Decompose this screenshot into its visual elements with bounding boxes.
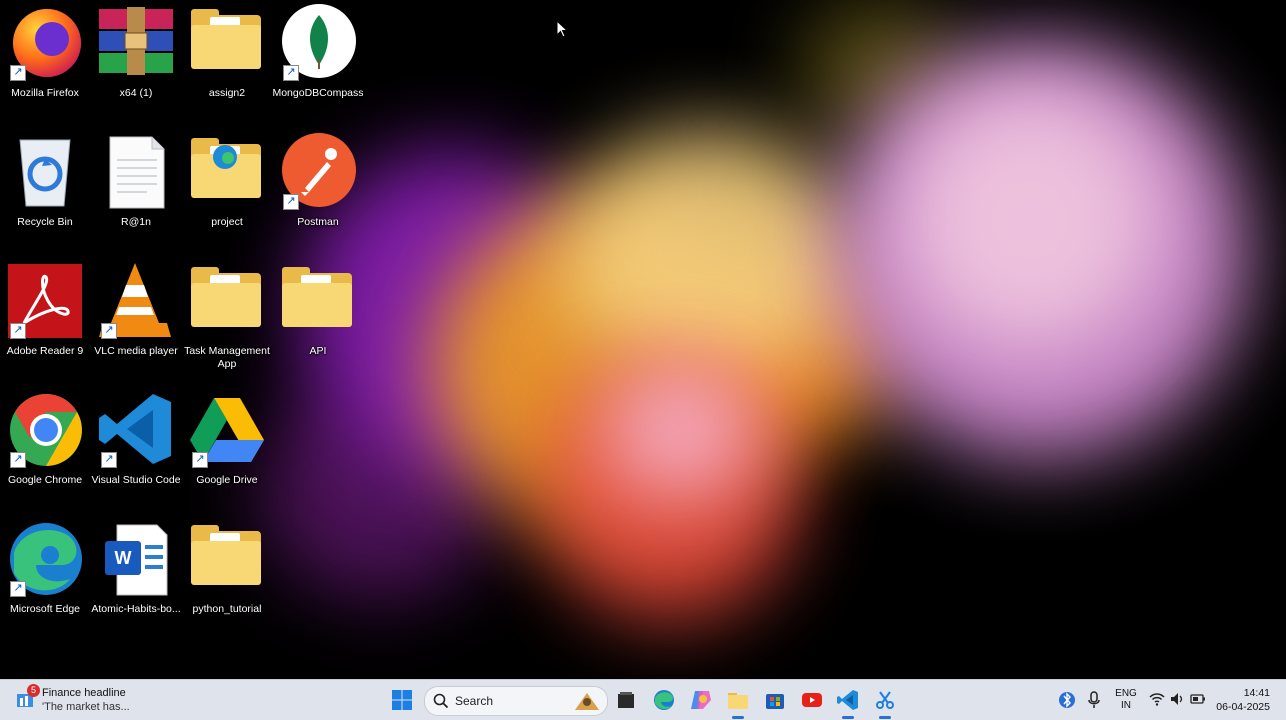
- desktop-icon-atomic-habits-doc[interactable]: W Atomic-Habits-bo...: [91, 516, 181, 641]
- firefox-icon: ↗: [6, 3, 84, 81]
- desktop-icon-google-drive[interactable]: ↗ Google Drive: [182, 387, 272, 512]
- desktop-icon-vscode[interactable]: ↗ Visual Studio Code: [91, 387, 181, 512]
- folder-icon: [188, 261, 266, 339]
- battery-icon[interactable]: [1190, 692, 1206, 706]
- desktop-icon-label: Mozilla Firefox: [11, 87, 79, 99]
- desktop-icon-postman[interactable]: ↗ Postman: [273, 129, 363, 254]
- desktop-icon-label: assign2: [208, 87, 246, 99]
- svg-text:W: W: [115, 548, 132, 568]
- wifi-icon[interactable]: [1149, 691, 1165, 707]
- widget-subtext: 'The market has...: [42, 701, 130, 713]
- folder-icon: [279, 261, 357, 339]
- desktop-icon-label: Atomic-Habits-bo...: [91, 603, 181, 615]
- adobe-reader-icon: ↗: [6, 261, 84, 339]
- desktop-icon-label: Google Chrome: [7, 474, 83, 486]
- vscode-icon: ↗: [97, 390, 175, 468]
- running-indicator: [732, 716, 744, 719]
- desktop-icon-assign2[interactable]: assign2: [182, 0, 272, 125]
- shortcut-arrow-icon: ↗: [10, 65, 26, 81]
- desktop-icon-microsoft-edge[interactable]: ↗ Microsoft Edge: [0, 516, 90, 641]
- region-code: IN: [1121, 700, 1131, 711]
- running-indicator: [842, 716, 854, 719]
- news-widget[interactable]: 5 Finance headline 'The market has...: [16, 684, 156, 716]
- desktop-icon-adobe-reader[interactable]: ↗ Adobe Reader 9: [0, 258, 90, 383]
- bluetooth-icon[interactable]: [1058, 690, 1076, 710]
- search-icon: [433, 693, 449, 709]
- shortcut-arrow-icon: ↗: [101, 323, 117, 339]
- shortcut-arrow-icon: ↗: [10, 581, 26, 597]
- running-indicator: [879, 716, 891, 719]
- chrome-icon: ↗: [6, 390, 84, 468]
- desktop-icon-r1n[interactable]: R@1n: [91, 129, 181, 254]
- youtube-icon[interactable]: [800, 688, 824, 712]
- snipping-tool-icon[interactable]: [873, 688, 897, 712]
- postman-icon: ↗: [279, 132, 357, 210]
- desktop-icon-mongodb-compass[interactable]: ↗ MongoDBCompass: [272, 0, 364, 125]
- shortcut-arrow-icon: ↗: [10, 452, 26, 468]
- vscode-icon[interactable]: [836, 688, 860, 712]
- copilot-icon[interactable]: [689, 688, 713, 712]
- edge-icon[interactable]: [652, 688, 676, 712]
- vlc-icon: ↗: [97, 261, 175, 339]
- mongodb-compass-icon: ↗: [279, 3, 357, 81]
- language-indicator[interactable]: ENG IN: [1110, 688, 1142, 712]
- folder-icon: [188, 3, 266, 81]
- desktop-icon-label: VLC media player: [94, 345, 178, 357]
- google-drive-icon: ↗: [188, 390, 266, 468]
- language-code: ENG: [1115, 688, 1137, 699]
- desktop-icon-label: R@1n: [121, 216, 151, 228]
- edge-icon: ↗: [6, 519, 84, 597]
- desktop-icon-grid: ↗ Mozilla Firefox x64 (1) assign2 ↗ Mong…: [0, 0, 380, 680]
- system-clock[interactable]: 14:41 06-04-2025: [1216, 686, 1270, 714]
- desktop-icon-label: API: [309, 345, 327, 357]
- taskbar-search-box[interactable]: Search: [424, 686, 608, 716]
- desktop-icon-label: python_tutorial: [192, 603, 262, 615]
- shortcut-arrow-icon: ↗: [283, 194, 299, 210]
- desktop-icon-x64[interactable]: x64 (1): [91, 0, 181, 125]
- folder-icon[interactable]: [726, 688, 750, 712]
- desktop-icon-label: project: [211, 216, 243, 228]
- desktop-icon-label: Postman: [297, 216, 339, 228]
- desktop-icon-label: Google Drive: [196, 474, 258, 486]
- desktop-icon-label: Recycle Bin: [17, 216, 73, 228]
- shortcut-arrow-icon: ↗: [101, 452, 117, 468]
- desktop-icon-python-tutorial[interactable]: python_tutorial: [182, 516, 272, 641]
- file-explorer-task-icon[interactable]: [614, 688, 638, 712]
- winrar-archive-icon: [97, 3, 175, 81]
- desktop-icon-firefox[interactable]: ↗ Mozilla Firefox: [0, 0, 90, 125]
- microphone-icon[interactable]: [1086, 690, 1102, 710]
- volume-icon[interactable]: [1169, 691, 1185, 707]
- start-icon[interactable]: [390, 688, 414, 712]
- mouse-cursor-icon: [556, 20, 568, 38]
- word-document-icon: W: [97, 519, 175, 597]
- folder-icon: [188, 519, 266, 597]
- desktop-icon-label: Microsoft Edge: [9, 603, 81, 615]
- search-highlight-art-icon: [575, 693, 599, 710]
- desktop-icon-api[interactable]: API: [273, 258, 363, 383]
- taskbar: 5 Finance headline 'The market has... Se…: [0, 679, 1286, 720]
- microsoft-store-icon[interactable]: [763, 688, 787, 712]
- clock-time: 14:41: [1243, 687, 1270, 699]
- widget-headline: Finance headline: [42, 687, 126, 699]
- desktop-icon-project[interactable]: project: [182, 129, 272, 254]
- recycle-bin-icon: [6, 132, 84, 210]
- clock-date: 06-04-2025: [1216, 701, 1270, 713]
- search-placeholder: Search: [455, 694, 494, 708]
- text-file-icon: [97, 132, 175, 210]
- desktop-icon-google-chrome[interactable]: ↗ Google Chrome: [0, 387, 90, 512]
- shortcut-arrow-icon: ↗: [192, 452, 208, 468]
- folder-icon: [188, 132, 266, 210]
- desktop-icon-recycle-bin[interactable]: Recycle Bin: [0, 129, 90, 254]
- shortcut-arrow-icon: ↗: [10, 323, 26, 339]
- notification-badge: 5: [27, 684, 40, 697]
- desktop-icon-label: MongoDBCompass: [272, 87, 364, 99]
- desktop-icon-vlc[interactable]: ↗ VLC media player: [91, 258, 181, 383]
- desktop-icon-label: x64 (1): [119, 87, 153, 99]
- desktop-icon-label: Visual Studio Code: [91, 474, 181, 486]
- desktop-icon-task-management-app[interactable]: Task Management App: [182, 258, 272, 383]
- shortcut-arrow-icon: ↗: [283, 65, 299, 81]
- desktop-icon-label: Task Management App: [184, 345, 270, 370]
- desktop-icon-label: Adobe Reader 9: [6, 345, 84, 357]
